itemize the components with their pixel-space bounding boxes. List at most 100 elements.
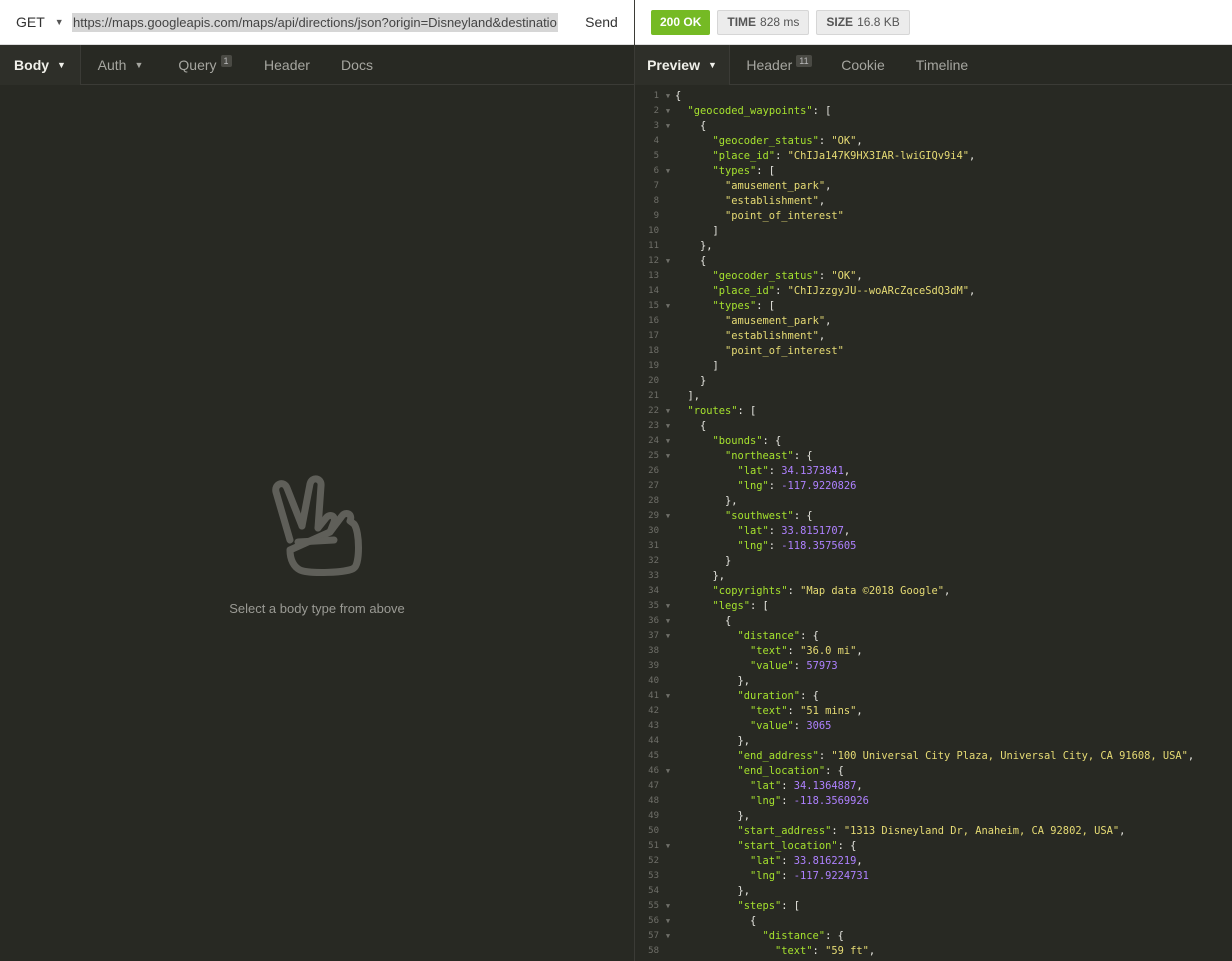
fold-toggle-icon[interactable]: ▼ (661, 119, 675, 134)
fold-toggle-icon[interactable]: ▼ (661, 164, 675, 179)
size-label: SIZE (826, 15, 854, 29)
fold-toggle-icon[interactable]: ▼ (661, 404, 675, 419)
line-number: 25 (648, 451, 659, 461)
code-text: "types": [ (675, 299, 776, 314)
empty-state-message: Select a body type from above (229, 601, 405, 616)
json-key: "routes" (687, 405, 738, 417)
json-punct: { (725, 615, 732, 627)
code-line: 38 "text": "36.0 mi", (635, 644, 1232, 659)
code-text: "geocoded_waypoints": [ (675, 104, 832, 119)
code-line: 56 ▼ { (635, 914, 1232, 929)
fold-toggle-icon[interactable]: ▼ (661, 449, 675, 464)
tab-response-header[interactable]: Header 11 (730, 45, 828, 85)
code-text: "lat": 34.1364887, (675, 779, 863, 794)
code-line: 51 ▼ "start_location": { (635, 839, 1232, 854)
line-number: 11 (648, 241, 659, 251)
json-key: "start_address" (737, 825, 832, 837)
json-key: "text" (750, 645, 788, 657)
fold-toggle-icon[interactable]: ▼ (661, 839, 675, 854)
method-label: GET (16, 14, 45, 30)
json-number: 33.8151707 (781, 525, 844, 537)
json-punct: { (700, 420, 707, 432)
code-text: "geocoder_status": "OK", (675, 269, 863, 284)
fold-toggle-icon[interactable]: ▼ (661, 629, 675, 644)
json-string: "Map data ©2018 Google" (800, 585, 944, 597)
code-line: 29 ▼ "southwest": { (635, 509, 1232, 524)
line-number: 9 (653, 211, 659, 221)
json-punct: : [ (756, 165, 776, 177)
fold-toggle-icon[interactable]: ▼ (661, 434, 675, 449)
line-number: 3 (653, 121, 659, 131)
code-line: 5 "place_id": "ChIJa147K9HX3IAR-lwiGIQv9i… (635, 149, 1232, 164)
line-number: 29 (648, 511, 659, 521)
tab-docs[interactable]: Docs (324, 45, 390, 85)
json-string: "ChIJzzgyJU--woARcZqceSdQ3dM" (787, 285, 969, 297)
line-number: 40 (648, 676, 659, 686)
json-key: "southwest" (725, 510, 794, 522)
json-punct: : { (793, 450, 813, 462)
fold-gutter (661, 944, 675, 959)
fold-toggle-icon[interactable]: ▼ (661, 299, 675, 314)
code-line: 26 "lat": 34.1373841, (635, 464, 1232, 479)
json-key: "lng" (750, 795, 782, 807)
code-text: "amusement_park", (675, 314, 831, 329)
peace-hand-icon (272, 475, 362, 576)
fold-toggle-icon[interactable]: ▼ (661, 509, 675, 524)
json-key: "steps" (737, 900, 782, 912)
fold-toggle-icon[interactable]: ▼ (661, 419, 675, 434)
json-key: "lng" (750, 870, 782, 882)
json-key: "lat" (750, 780, 782, 792)
code-text: "start_address": "1313 Disneyland Dr, An… (675, 824, 1126, 839)
code-line: 24 ▼ "bounds": { (635, 434, 1232, 449)
url-text: https://maps.googleapis.com/maps/api/dir… (72, 12, 558, 32)
fold-toggle-icon[interactable]: ▼ (661, 254, 675, 269)
send-button[interactable]: Send (569, 0, 634, 45)
header-count-badge: 11 (796, 55, 812, 67)
chevron-down-icon: ▼ (708, 60, 717, 70)
fold-toggle-icon[interactable]: ▼ (661, 89, 675, 104)
fold-toggle-icon[interactable]: ▼ (661, 899, 675, 914)
line-number: 39 (648, 661, 659, 671)
json-punct: : { (793, 510, 813, 522)
tab-header[interactable]: Header (250, 45, 324, 85)
fold-toggle-icon[interactable]: ▼ (661, 614, 675, 629)
fold-toggle-icon[interactable]: ▼ (661, 689, 675, 704)
fold-toggle-icon[interactable]: ▼ (661, 929, 675, 944)
line-number: 46 (648, 766, 659, 776)
tab-cookie[interactable]: Cookie (828, 45, 898, 85)
code-line: 50 "start_address": "1313 Disneyland Dr, … (635, 824, 1232, 839)
code-text: }, (675, 494, 738, 509)
url-input[interactable]: https://maps.googleapis.com/maps/api/dir… (72, 11, 569, 33)
code-text: "end_location": { (675, 764, 844, 779)
json-number: 33.8162219 (793, 855, 857, 867)
json-key: "text" (750, 705, 788, 717)
fold-gutter (661, 329, 675, 344)
json-punct: , (943, 585, 951, 597)
code-text: "text": "51 mins", (675, 704, 863, 719)
method-dropdown[interactable]: GET ▼ (0, 0, 72, 45)
line-number: 13 (648, 271, 659, 281)
json-punct: : (781, 870, 794, 882)
code-line: 45 "end_address": "100 Universal City Pla… (635, 749, 1232, 764)
tab-body[interactable]: Body ▼ (0, 45, 81, 85)
fold-toggle-icon[interactable]: ▼ (661, 104, 675, 119)
fold-toggle-icon[interactable]: ▼ (661, 764, 675, 779)
tab-query[interactable]: Query 1 (160, 45, 250, 85)
code-text: "establishment", (675, 194, 825, 209)
json-preview[interactable]: 1 ▼{2 ▼ "geocoded_waypoints": [3 ▼{4 "geocode… (635, 89, 1232, 961)
insomnia-app: GET ▼ https://maps.googleapis.com/maps/a… (0, 0, 1232, 961)
line-number: 26 (648, 466, 659, 476)
json-punct: , (1187, 750, 1195, 762)
code-text: "distance": { (675, 629, 819, 644)
tab-preview[interactable]: Preview ▼ (635, 45, 730, 85)
json-key: "distance" (737, 630, 801, 642)
code-text: "lng": -118.3569926 (675, 794, 869, 809)
fold-toggle-icon[interactable]: ▼ (661, 914, 675, 929)
line-number: 51 (648, 841, 659, 851)
code-line: 1 ▼{ (635, 89, 1232, 104)
fold-toggle-icon[interactable]: ▼ (661, 599, 675, 614)
tab-auth[interactable]: Auth ▼ (81, 45, 160, 85)
line-number: 55 (648, 901, 659, 911)
tab-timeline[interactable]: Timeline (898, 45, 986, 85)
json-punct: { (675, 90, 682, 102)
